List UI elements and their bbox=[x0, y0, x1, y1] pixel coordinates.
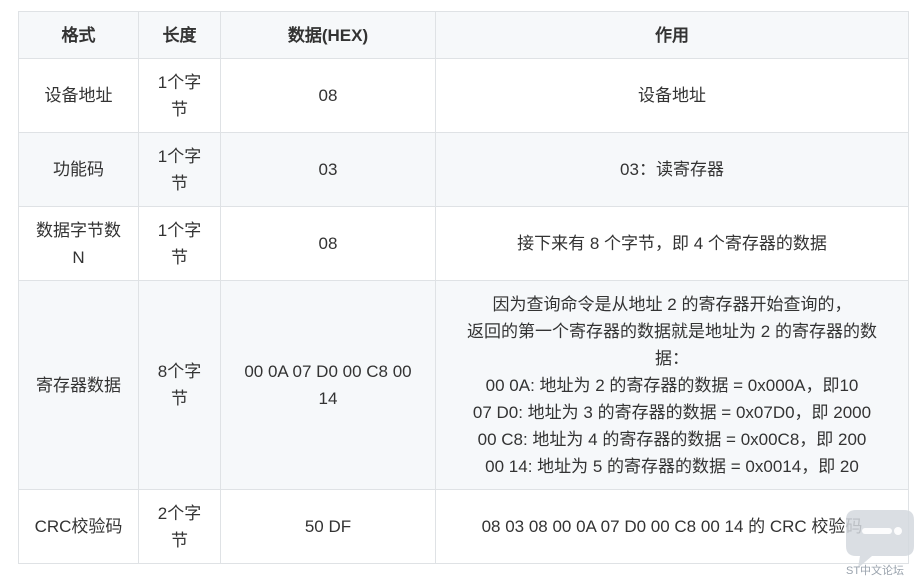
cell-purpose: 08 03 08 00 0A 07 D0 00 C8 00 14 的 CRC 校… bbox=[435, 489, 909, 564]
cell-data: 08 bbox=[220, 58, 436, 133]
cell-text-line: 数据字节数 bbox=[36, 220, 121, 240]
table-row: 功能码 1个字节 03 03：读寄存器 bbox=[18, 132, 909, 207]
cell-text-line: 节 bbox=[171, 247, 188, 267]
cell-text-line: 08 03 08 00 0A 07 D0 00 C8 00 14 的 CRC 校… bbox=[481, 517, 863, 536]
cell-text-line: 据： bbox=[655, 348, 689, 368]
cell-text-line: 00 0A: 地址为 2 的寄存器的数据 = 0x000A，即10 bbox=[485, 375, 859, 395]
cell-text-line: 00 14: 地址为 5 的寄存器的数据 = 0x0014，即 20 bbox=[485, 456, 859, 476]
cell-text-line: 节 bbox=[171, 173, 188, 193]
cell-format: 设备地址 bbox=[18, 58, 139, 133]
cell-text-line: 03：读寄存器 bbox=[620, 160, 724, 179]
cell-text-line: 功能码 bbox=[53, 160, 104, 179]
cell-text-line: 因为查询命令是从地址 2 的寄存器开始查询的， bbox=[492, 294, 852, 314]
table-row: 设备地址 1个字节 08 设备地址 bbox=[18, 58, 909, 133]
cell-format: 功能码 bbox=[18, 132, 139, 207]
cell-length: 2个字节 bbox=[138, 489, 221, 564]
header-data-hex: 数据(HEX) bbox=[220, 11, 436, 59]
cell-text-line: 2个字 bbox=[157, 503, 202, 523]
protocol-table: 格式 长度 数据(HEX) 作用 设备地址 1个字节 08 设备地址 功能码 1个字节 03… bbox=[18, 11, 909, 564]
cell-format: 寄存器数据 bbox=[18, 280, 139, 490]
cell-text-line: 03 bbox=[318, 160, 338, 179]
cell-text-line: 08 bbox=[318, 234, 338, 253]
cell-data: 50 DF bbox=[220, 489, 436, 564]
cell-text-line: N bbox=[72, 247, 85, 267]
cell-text-line: 设备地址 bbox=[638, 86, 706, 105]
table-row: 寄存器数据 8个字节 00 0A 07 D0 00 C8 00 14 因为查询命令是从地… bbox=[18, 280, 909, 490]
cell-text-line: 节 bbox=[171, 530, 188, 550]
cell-text-line: 50 DF bbox=[304, 517, 352, 536]
cell-format: 数据字节数 N bbox=[18, 206, 139, 281]
cell-text-line: 14 bbox=[318, 389, 338, 408]
cell-text-line: 设备地址 bbox=[44, 86, 113, 105]
cell-length: 1个字节 bbox=[138, 58, 221, 133]
table-row: CRC校验码 2个字节 50 DF 08 03 08 00 0A 07 D0 00 C… bbox=[18, 489, 909, 564]
cell-text-line: 08 bbox=[318, 86, 338, 105]
cell-length: 1个字节 bbox=[138, 206, 221, 281]
cell-purpose: 03：读寄存器 bbox=[435, 132, 909, 207]
table-row: 数据字节数 N 1个字节 08 接下来有 8 个字节，即 4 个寄存器的数据 bbox=[18, 206, 909, 281]
cell-text-line: 07 D0: 地址为 3 的寄存器的数据 = 0x07D0，即 2000 bbox=[472, 402, 872, 422]
cell-text-line: 8个字 bbox=[157, 362, 202, 381]
cell-purpose: 设备地址 bbox=[435, 58, 909, 133]
table-header-row: 格式 长度 数据(HEX) 作用 bbox=[18, 11, 909, 59]
header-format: 格式 bbox=[18, 11, 139, 59]
cell-length: 1个字节 bbox=[138, 132, 221, 207]
cell-format: CRC校验码 bbox=[18, 489, 139, 564]
cell-data: 03 bbox=[220, 132, 436, 207]
cell-text-line: 寄存器数据 bbox=[36, 375, 121, 395]
cell-text-line: 节 bbox=[171, 389, 188, 408]
cell-text-line: 返回的第一个寄存器的数据就是地址为 2 的寄存器的数 bbox=[467, 321, 877, 341]
cell-text-line: CRC校验码 bbox=[34, 517, 123, 536]
cell-data: 00 0A 07 D0 00 C8 00 14 bbox=[220, 280, 436, 490]
cell-data: 08 bbox=[220, 206, 436, 281]
cell-length: 8个字节 bbox=[138, 280, 221, 490]
cell-text-line: 00 C8: 地址为 4 的寄存器的数据 = 0x00C8，即 200 bbox=[477, 429, 867, 449]
cell-text-line: 1个字 bbox=[157, 72, 202, 92]
table-body: 设备地址 1个字节 08 设备地址 功能码 1个字节 03 03：读寄存器 数据字节数 N 1个字节… bbox=[18, 58, 909, 564]
watermark-label: ST中文论坛 bbox=[846, 565, 905, 577]
cell-text-line: 接下来有 8 个字节，即 4 个寄存器的数据 bbox=[517, 234, 827, 253]
cell-text-line: 节 bbox=[171, 99, 188, 119]
cell-text-line: 1个字 bbox=[157, 146, 202, 166]
cell-purpose: 因为查询命令是从地址 2 的寄存器开始查询的， 返回的第一个寄存器的数据就是地址为… bbox=[435, 280, 909, 490]
cell-text-line: 00 0A 07 D0 00 C8 00 bbox=[244, 362, 412, 381]
header-length: 长度 bbox=[138, 11, 221, 59]
cell-purpose: 接下来有 8 个字节，即 4 个寄存器的数据 bbox=[435, 206, 909, 281]
cell-text-line: 1个字 bbox=[157, 220, 202, 240]
header-purpose: 作用 bbox=[435, 11, 909, 59]
